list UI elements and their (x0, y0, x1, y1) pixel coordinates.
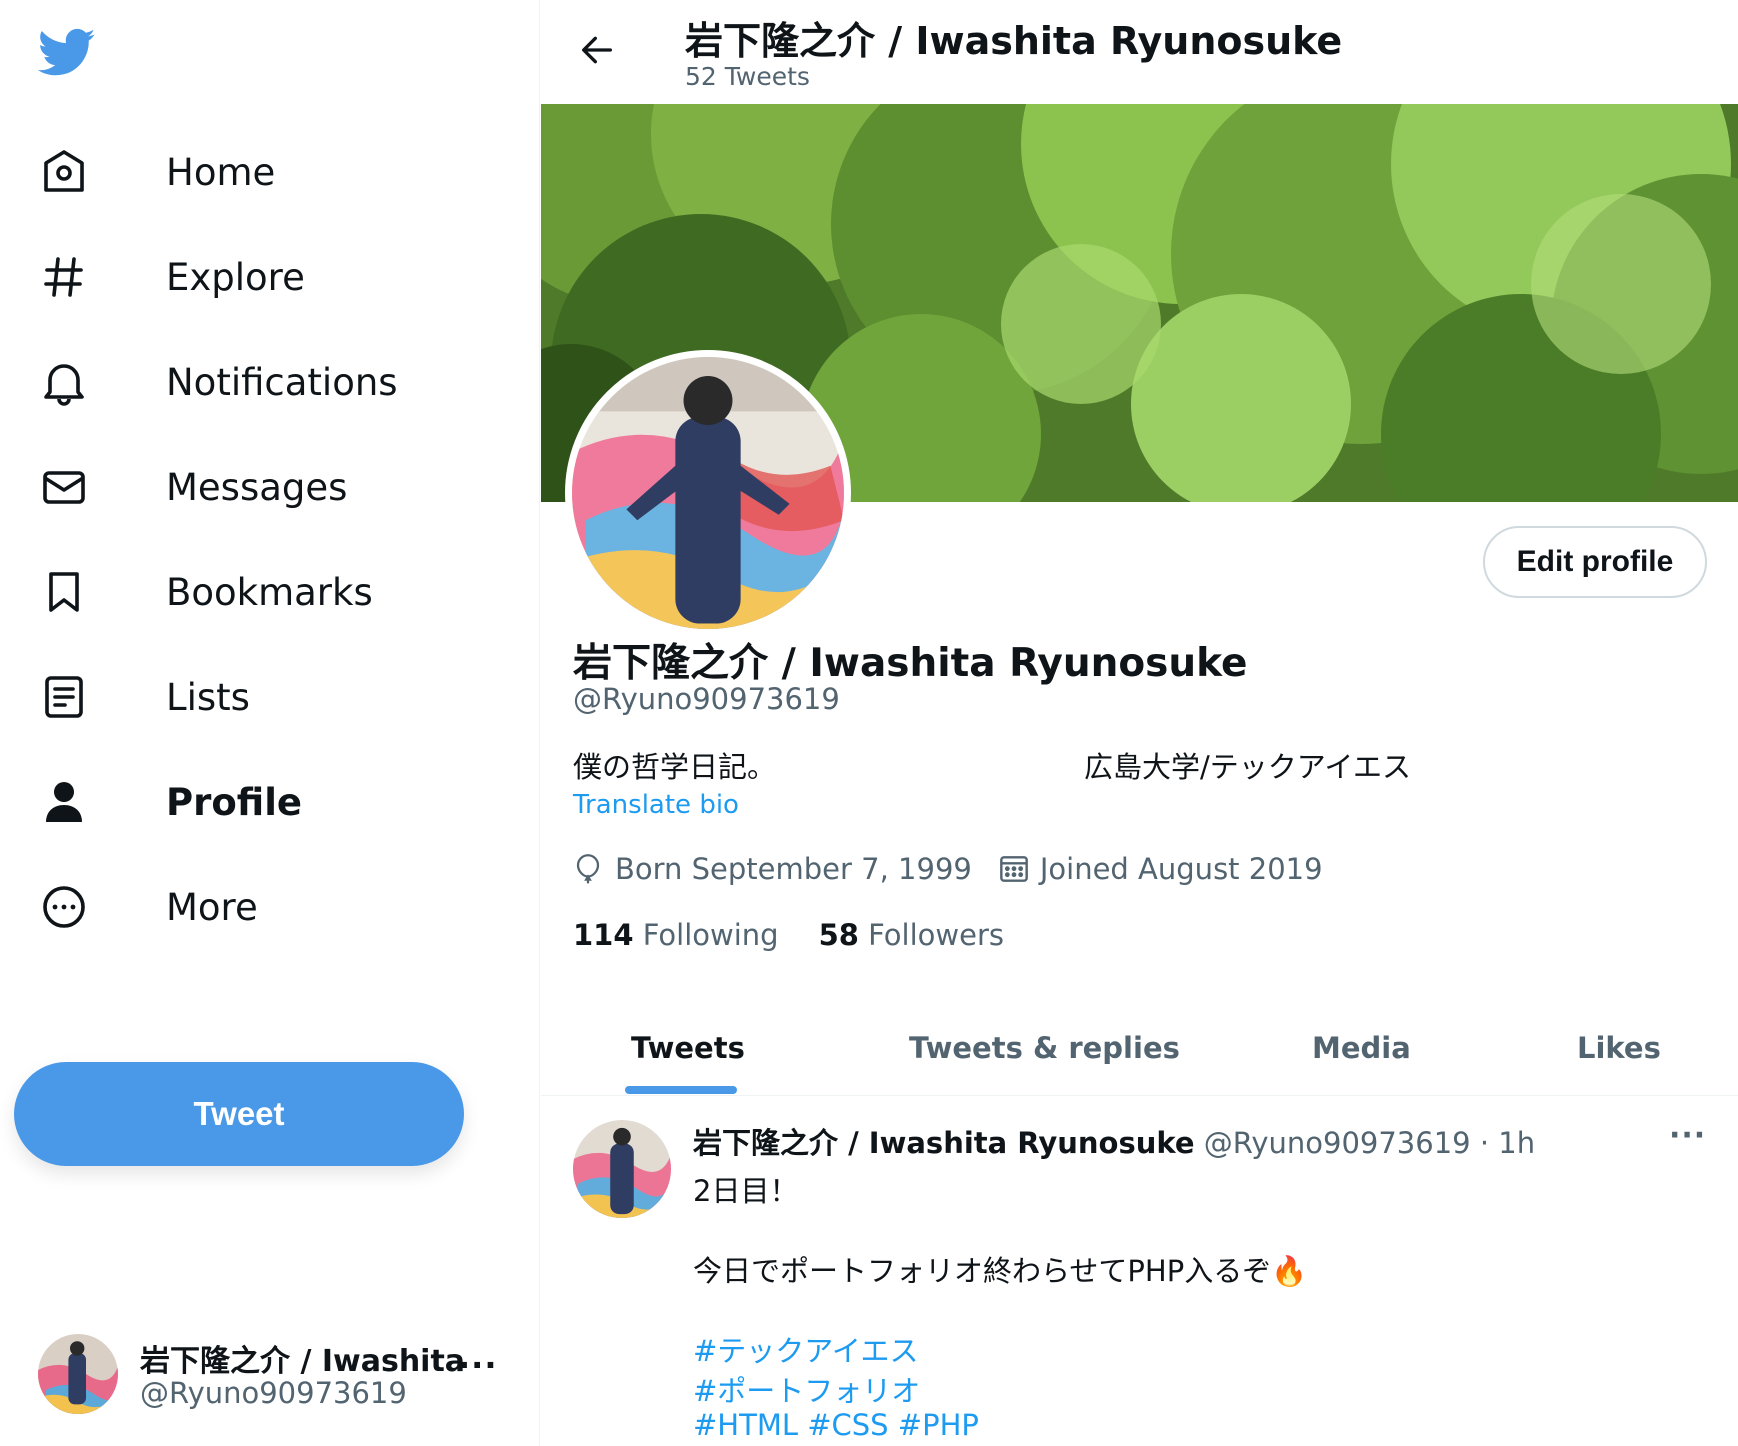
profile-bio: 僕の哲学日記。 (573, 750, 777, 784)
calendar-icon (998, 852, 1030, 886)
nav-lists-label: Lists (166, 675, 250, 719)
nav-more[interactable]: More (36, 867, 258, 947)
profile-name: 岩下隆之介 / Iwashita Ryunosuke (573, 641, 1248, 686)
nav-notifications-label: Notifications (166, 360, 398, 404)
profile-header: 岩下隆之介 / Iwashita Ryunosuke 52 Tweets (541, 0, 1738, 104)
nav-lists[interactable]: Lists (36, 657, 250, 737)
nav-profile-label: Profile (166, 780, 302, 824)
profile-tabs: Tweets Tweets & replies Media Likes (541, 1000, 1738, 1096)
tweet-item[interactable]: 岩下隆之介 / Iwashita Ryunosuke @Ryuno9097361… (541, 1098, 1738, 1446)
tweet-header: 岩下隆之介 / Iwashita Ryunosuke @Ryuno9097361… (693, 1120, 1535, 1162)
tweet-button[interactable]: Tweet (14, 1062, 464, 1166)
followers-link[interactable]: 58 Followers (819, 918, 1004, 952)
nav-home[interactable]: Home (36, 132, 275, 212)
tweet-count: 52 Tweets (685, 62, 810, 91)
following-link[interactable]: 114 Following (573, 918, 779, 952)
page-title: 岩下隆之介 / Iwashita Ryunosuke (685, 19, 1343, 63)
list-icon (36, 669, 92, 725)
followers-count: 58 (818, 918, 859, 952)
tab-tweets-replies[interactable]: Tweets & replies (909, 1000, 1180, 1096)
followers-label: Followers (868, 918, 1004, 952)
tweet-text-line: 今日でポートフォリオ終わらせてPHP入るぞ🔥 (693, 1254, 1308, 1288)
tweet-text-line: 2日目！ (693, 1174, 799, 1208)
tab-media[interactable]: Media (1312, 1000, 1411, 1096)
tab-tweets[interactable]: Tweets (631, 1000, 745, 1096)
nav-explore-label: Explore (166, 255, 305, 299)
home-icon (36, 144, 92, 200)
nav-notifications[interactable]: Notifications (36, 342, 398, 422)
hashtag-link[interactable]: #ポートフォリオ (693, 1368, 920, 1410)
tweet-author-name[interactable]: 岩下隆之介 / Iwashita Ryunosuke (693, 1126, 1195, 1160)
hashtag-icon (36, 249, 92, 305)
profile-handle: @Ryuno90973619 (573, 682, 840, 716)
hashtag-link[interactable]: #テックアイエス (693, 1328, 919, 1370)
bell-icon (36, 354, 92, 410)
nav-more-label: More (166, 885, 258, 929)
twitter-bird-icon[interactable] (37, 28, 96, 78)
tweet-avatar[interactable] (573, 1120, 671, 1218)
envelope-icon (36, 459, 92, 515)
nav-messages-label: Messages (166, 465, 348, 509)
active-tab-indicator (625, 1086, 737, 1094)
tweet-more-icon[interactable]: ··· (1669, 1118, 1706, 1153)
account-switcher[interactable]: 岩下隆之介 / Iwashita Ryunosuke @Ryuno9097361… (38, 1332, 518, 1416)
nav-profile[interactable]: Profile (36, 762, 302, 842)
nav-bookmarks-label: Bookmarks (166, 570, 373, 614)
account-handle: @Ryuno90973619 (140, 1376, 407, 1410)
more-circle-icon (36, 879, 92, 935)
nav-messages[interactable]: Messages (36, 447, 347, 527)
person-icon (36, 774, 92, 830)
tweet-handle-time: @Ryuno90973619 · 1h (1203, 1126, 1536, 1160)
balloon-icon (573, 852, 605, 886)
following-count: 114 (573, 918, 634, 952)
nav-bookmarks[interactable]: Bookmarks (36, 552, 373, 632)
nav-home-label: Home (166, 150, 276, 194)
translate-bio-link[interactable]: Translate bio (573, 790, 739, 820)
profile-avatar[interactable] (565, 350, 851, 636)
nav-explore[interactable]: Explore (36, 237, 305, 317)
account-name: 岩下隆之介 / Iwashita Ryunosuke (140, 1344, 470, 1379)
edit-profile-button[interactable]: Edit profile (1483, 526, 1707, 598)
hashtag-link[interactable]: #HTML #CSS #PHP (693, 1408, 979, 1442)
profile-meta: Born September 7, 1999 Joined August 201… (573, 852, 1323, 886)
sidebar: Home Explore Notifications Messages Book… (0, 0, 540, 1446)
bookmark-icon (36, 564, 92, 620)
back-arrow-icon[interactable] (577, 30, 627, 74)
tab-likes[interactable]: Likes (1577, 1000, 1661, 1096)
follow-stats: 114 Following 58 Followers (573, 918, 1044, 952)
account-menu-icon[interactable]: ··· (458, 1346, 497, 1384)
joined-date: Joined August 2019 (1039, 852, 1323, 886)
avatar (38, 1334, 118, 1414)
born-date: Born September 7, 1999 (615, 852, 972, 886)
following-label: Following (642, 918, 779, 952)
profile-bio-affiliation: 広島大学/テックアイエス (1084, 750, 1412, 784)
main-column: 岩下隆之介 / Iwashita Ryunosuke 52 Tweets Edi… (541, 0, 1738, 1446)
